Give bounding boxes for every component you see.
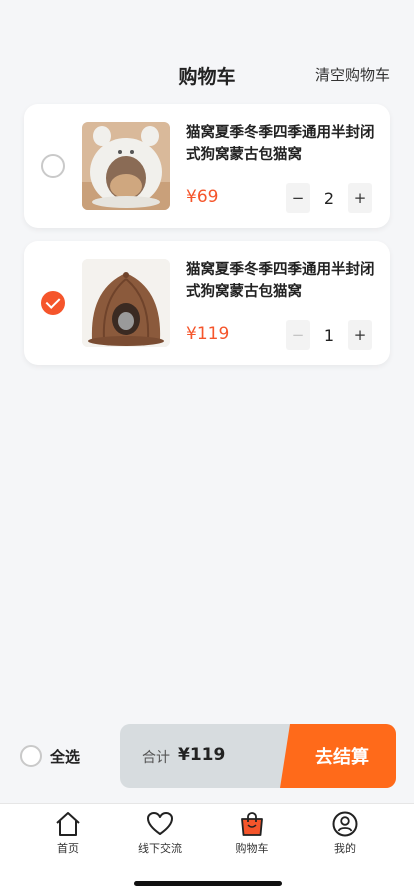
increase-button[interactable]: + (348, 183, 372, 213)
decrease-button[interactable]: − (286, 183, 310, 213)
cart-item: 猫窝夏季冬季四季通用半封闭式狗窝蒙古包猫窝 ¥69 − 2 + (24, 104, 390, 228)
user-icon (332, 811, 358, 837)
cart-item: 猫窝夏季冬季四季通用半封闭式狗窝蒙古包猫窝 ¥119 − 1 + (24, 241, 390, 365)
product-price: ¥119 (186, 324, 230, 344)
select-all-toggle[interactable]: 全选 (20, 745, 80, 767)
shopping-bag-icon (241, 812, 263, 836)
product-image[interactable] (82, 259, 170, 347)
top-bar: 购物车 清空购物车 (0, 52, 414, 96)
home-indicator (134, 881, 282, 886)
total-value: ¥119 (178, 745, 226, 765)
checkout-bar: 合计 ¥119 去结算 (120, 724, 396, 788)
tab-mine[interactable]: 我的 (305, 810, 385, 856)
quantity-value[interactable]: 1 (311, 320, 347, 350)
clear-cart-button[interactable]: 清空购物车 (315, 64, 390, 85)
item-checkbox[interactable] (41, 291, 65, 315)
heart-icon (147, 812, 173, 835)
tab-label: 线下交流 (138, 842, 182, 855)
home-icon (56, 812, 80, 836)
product-name[interactable]: 猫窝夏季冬季四季通用半封闭式狗窝蒙古包猫窝 (186, 122, 376, 166)
quantity-stepper: − 2 + (286, 183, 372, 213)
quantity-value[interactable]: 2 (311, 183, 347, 213)
checkout-button[interactable]: 去结算 (280, 724, 396, 788)
tab-label: 我的 (334, 842, 356, 855)
item-checkbox[interactable] (41, 154, 65, 178)
increase-button[interactable]: + (348, 320, 372, 350)
tab-home[interactable]: 首页 (28, 810, 108, 856)
select-all-checkbox[interactable] (20, 745, 42, 767)
total-label: 合计 (142, 750, 170, 766)
tab-label: 购物车 (235, 842, 269, 855)
tab-offline-exchange[interactable]: 线下交流 (120, 810, 200, 856)
product-price: ¥69 (186, 187, 219, 207)
tab-label: 首页 (57, 842, 79, 855)
product-name[interactable]: 猫窝夏季冬季四季通用半封闭式狗窝蒙古包猫窝 (186, 259, 376, 303)
quantity-stepper: − 1 + (286, 320, 372, 350)
tab-cart[interactable]: 购物车 (212, 810, 292, 856)
decrease-button[interactable]: − (286, 320, 310, 350)
select-all-label: 全选 (50, 747, 81, 766)
product-image[interactable] (82, 122, 170, 210)
